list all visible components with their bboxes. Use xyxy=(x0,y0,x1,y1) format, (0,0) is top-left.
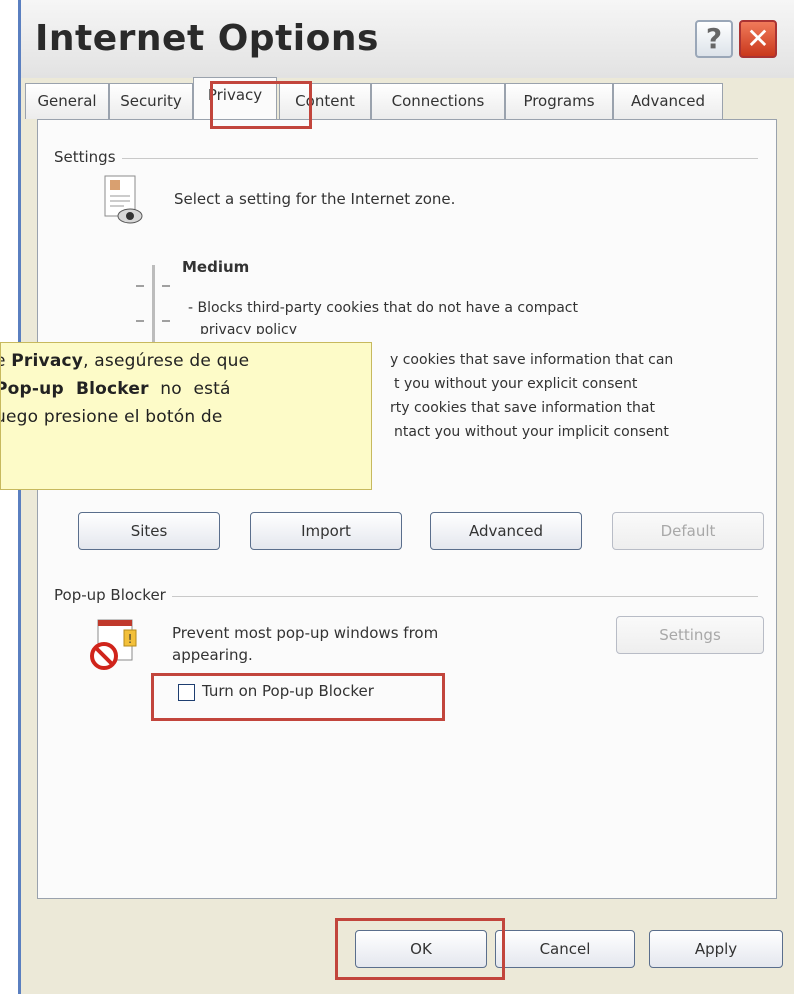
popup-blocker-icon: ! xyxy=(90,619,137,670)
callout-line-2-post: no está xyxy=(148,379,231,399)
svg-text:!: ! xyxy=(128,632,133,646)
sites-button[interactable]: Sites xyxy=(78,512,220,550)
tab-general[interactable]: General xyxy=(25,83,109,119)
advanced-button[interactable]: Advanced xyxy=(430,512,582,550)
settings-group-label: Settings xyxy=(54,148,122,166)
popup-blocker-checkbox-label[interactable]: Turn on Pop-up Blocker xyxy=(202,682,374,700)
help-button[interactable]: ? xyxy=(695,20,733,58)
privacy-document-icon xyxy=(104,175,143,224)
popup-group-label: Pop-up Blocker xyxy=(54,586,172,604)
tab-connections[interactable]: Connections xyxy=(371,83,505,119)
callout-line-1-post: , asegúrese de que xyxy=(83,351,250,371)
level-bullet: y cookies that save information that can xyxy=(390,352,674,368)
ok-button[interactable]: OK xyxy=(355,930,487,968)
import-button[interactable]: Import xyxy=(250,512,402,550)
level-bullet: - Blocks third-party cookies that do not… xyxy=(188,300,578,316)
close-button[interactable]: ✕ xyxy=(739,20,777,58)
privacy-panel: Settings Select a setting for the Intern… xyxy=(37,119,777,899)
settings-description: Select a setting for the Internet zone. xyxy=(174,190,456,208)
default-button: Default xyxy=(612,512,764,550)
level-bullet: rty cookies that save information that xyxy=(390,400,655,416)
settings-group-divider xyxy=(58,158,758,159)
instruction-callout: e Privacy, asegúrese de que Pop-up Block… xyxy=(0,342,372,490)
level-bullet: t you without your explicit consent xyxy=(394,376,638,392)
callout-privacy-bold: Privacy xyxy=(11,351,84,371)
level-bullet: ntact you without your implicit consent xyxy=(394,424,669,440)
title-bar: Internet Options ? ✕ xyxy=(21,0,794,78)
callout-line-1: e Privacy, asegúrese de que xyxy=(1,351,250,371)
popup-settings-button: Settings xyxy=(616,616,764,654)
callout-line-2: Pop-up Blocker no está xyxy=(0,379,231,399)
tab-content[interactable]: Content xyxy=(279,83,371,119)
popup-description-line2: appearing. xyxy=(172,646,253,664)
apply-button[interactable]: Apply xyxy=(649,930,783,968)
slider-tick xyxy=(136,285,144,287)
popup-description: Prevent most pop-up windows from xyxy=(172,624,439,642)
callout-line-3: uego presione el botón de xyxy=(0,407,223,427)
window-title: Internet Options xyxy=(35,18,379,59)
popup-blocker-checkbox[interactable] xyxy=(178,684,195,701)
tab-advanced[interactable]: Advanced xyxy=(613,83,723,119)
level-bullet: privacy policy xyxy=(200,322,298,334)
privacy-level: Medium xyxy=(182,258,250,276)
callout-line-1-pre: e xyxy=(1,351,11,371)
cancel-button[interactable]: Cancel xyxy=(495,930,635,968)
internet-options-window: Internet Options ? ✕ General Security Pr… xyxy=(18,0,794,994)
slider-tick xyxy=(136,320,144,322)
tab-privacy[interactable]: Privacy xyxy=(193,77,277,119)
slider-tick xyxy=(162,285,170,287)
tab-security[interactable]: Security xyxy=(109,83,193,119)
tab-strip: General Security Privacy Content Connect… xyxy=(21,77,794,121)
tab-programs[interactable]: Programs xyxy=(505,83,613,119)
callout-popup-bold: Pop-up Blocker xyxy=(0,379,149,399)
slider-tick xyxy=(162,320,170,322)
